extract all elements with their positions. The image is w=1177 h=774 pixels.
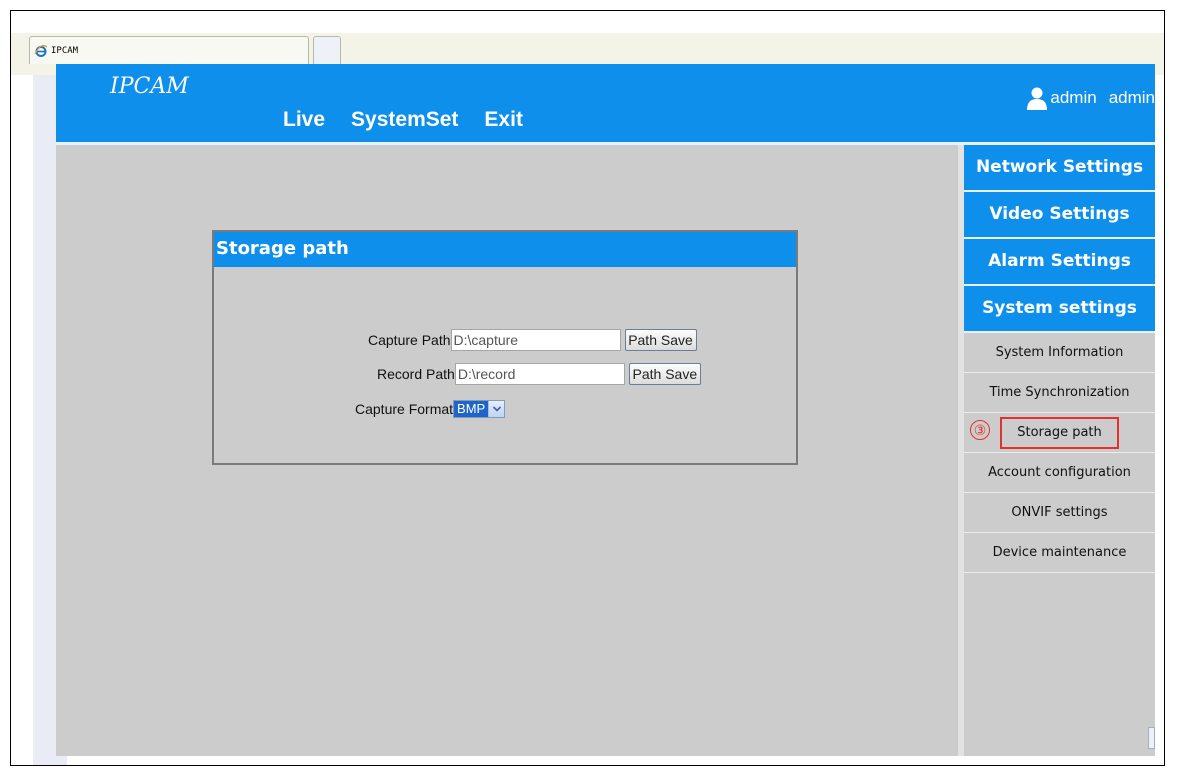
user-info: admin admin	[1026, 86, 1155, 110]
capture-path-input[interactable]: D:\capture	[450, 329, 621, 351]
app-header: IPCAM Live SystemSet Exit admin admin	[56, 64, 1155, 142]
sidebar-item-device-maintenance[interactable]: Device maintenance	[964, 533, 1155, 573]
capture-path-label: Capture Path	[368, 332, 451, 348]
capture-format-value: BMP	[454, 401, 489, 417]
capture-format-label: Capture Format	[355, 401, 454, 417]
capture-path-row: Capture Path D:\capture Path Save	[368, 329, 697, 351]
panel-title: Storage path	[214, 232, 796, 267]
sidebar-item-label: Time Synchronization	[989, 385, 1130, 400]
browser-tab-title: IPCAM	[51, 45, 79, 56]
record-path-save-button[interactable]: Path Save	[628, 363, 701, 385]
nav-exit[interactable]: Exit	[484, 108, 523, 132]
sidebar-item-label: Account configuration	[988, 465, 1131, 480]
chevron-down-icon[interactable]	[488, 401, 505, 417]
record-path-row: Record Path D:\record Path Save	[377, 363, 701, 385]
sidebar-category-alarm[interactable]: Alarm Settings	[964, 239, 1155, 286]
sidebar-item-time-synchronization[interactable]: Time Synchronization	[964, 373, 1155, 413]
nav-systemset[interactable]: SystemSet	[351, 108, 458, 132]
scrollbar[interactable]	[1148, 727, 1155, 749]
sidebar-item-account-configuration[interactable]: Account configuration	[964, 453, 1155, 493]
app-logo: IPCAM	[110, 74, 189, 99]
record-path-label: Record Path	[377, 366, 455, 382]
settings-sidebar: Network Settings Video Settings Alarm Se…	[964, 145, 1155, 756]
user-name-secondary[interactable]: admin	[1109, 88, 1155, 108]
new-tab-button[interactable]	[313, 36, 341, 64]
capture-format-select[interactable]: BMP	[453, 400, 506, 418]
user-icon	[1027, 87, 1048, 110]
user-name[interactable]: admin	[1050, 88, 1096, 108]
capture-path-save-button[interactable]: Path Save	[624, 329, 697, 351]
sidebar-category-system[interactable]: System settings	[964, 286, 1155, 333]
storage-path-panel: Storage path Capture Path D:\capture Pat…	[212, 230, 798, 465]
sidebar-item-label: System Information	[995, 345, 1124, 360]
sidebar-item-storage-path[interactable]: ③ Storage path	[964, 413, 1155, 453]
sidebar-item-onvif-settings[interactable]: ONVIF settings	[964, 493, 1155, 533]
sidebar-category-video[interactable]: Video Settings	[964, 192, 1155, 239]
ie-browser-icon	[34, 44, 48, 57]
sidebar-item-label: Storage path	[1000, 417, 1119, 449]
sidebar-category-network[interactable]: Network Settings	[964, 145, 1155, 192]
record-path-input[interactable]: D:\record	[454, 363, 625, 385]
capture-format-row: Capture Format BMP	[355, 400, 506, 418]
top-nav: Live SystemSet Exit	[283, 108, 523, 132]
sidebar-item-label: Device maintenance	[992, 545, 1127, 560]
main-content: Storage path Capture Path D:\capture Pat…	[56, 145, 958, 756]
browser-tab[interactable]: IPCAM	[29, 36, 309, 64]
nav-live[interactable]: Live	[283, 108, 325, 132]
sidebar-item-label: ONVIF settings	[1011, 505, 1108, 520]
sidebar-item-system-information[interactable]: System Information	[964, 333, 1155, 373]
step-marker: ③	[970, 420, 990, 440]
